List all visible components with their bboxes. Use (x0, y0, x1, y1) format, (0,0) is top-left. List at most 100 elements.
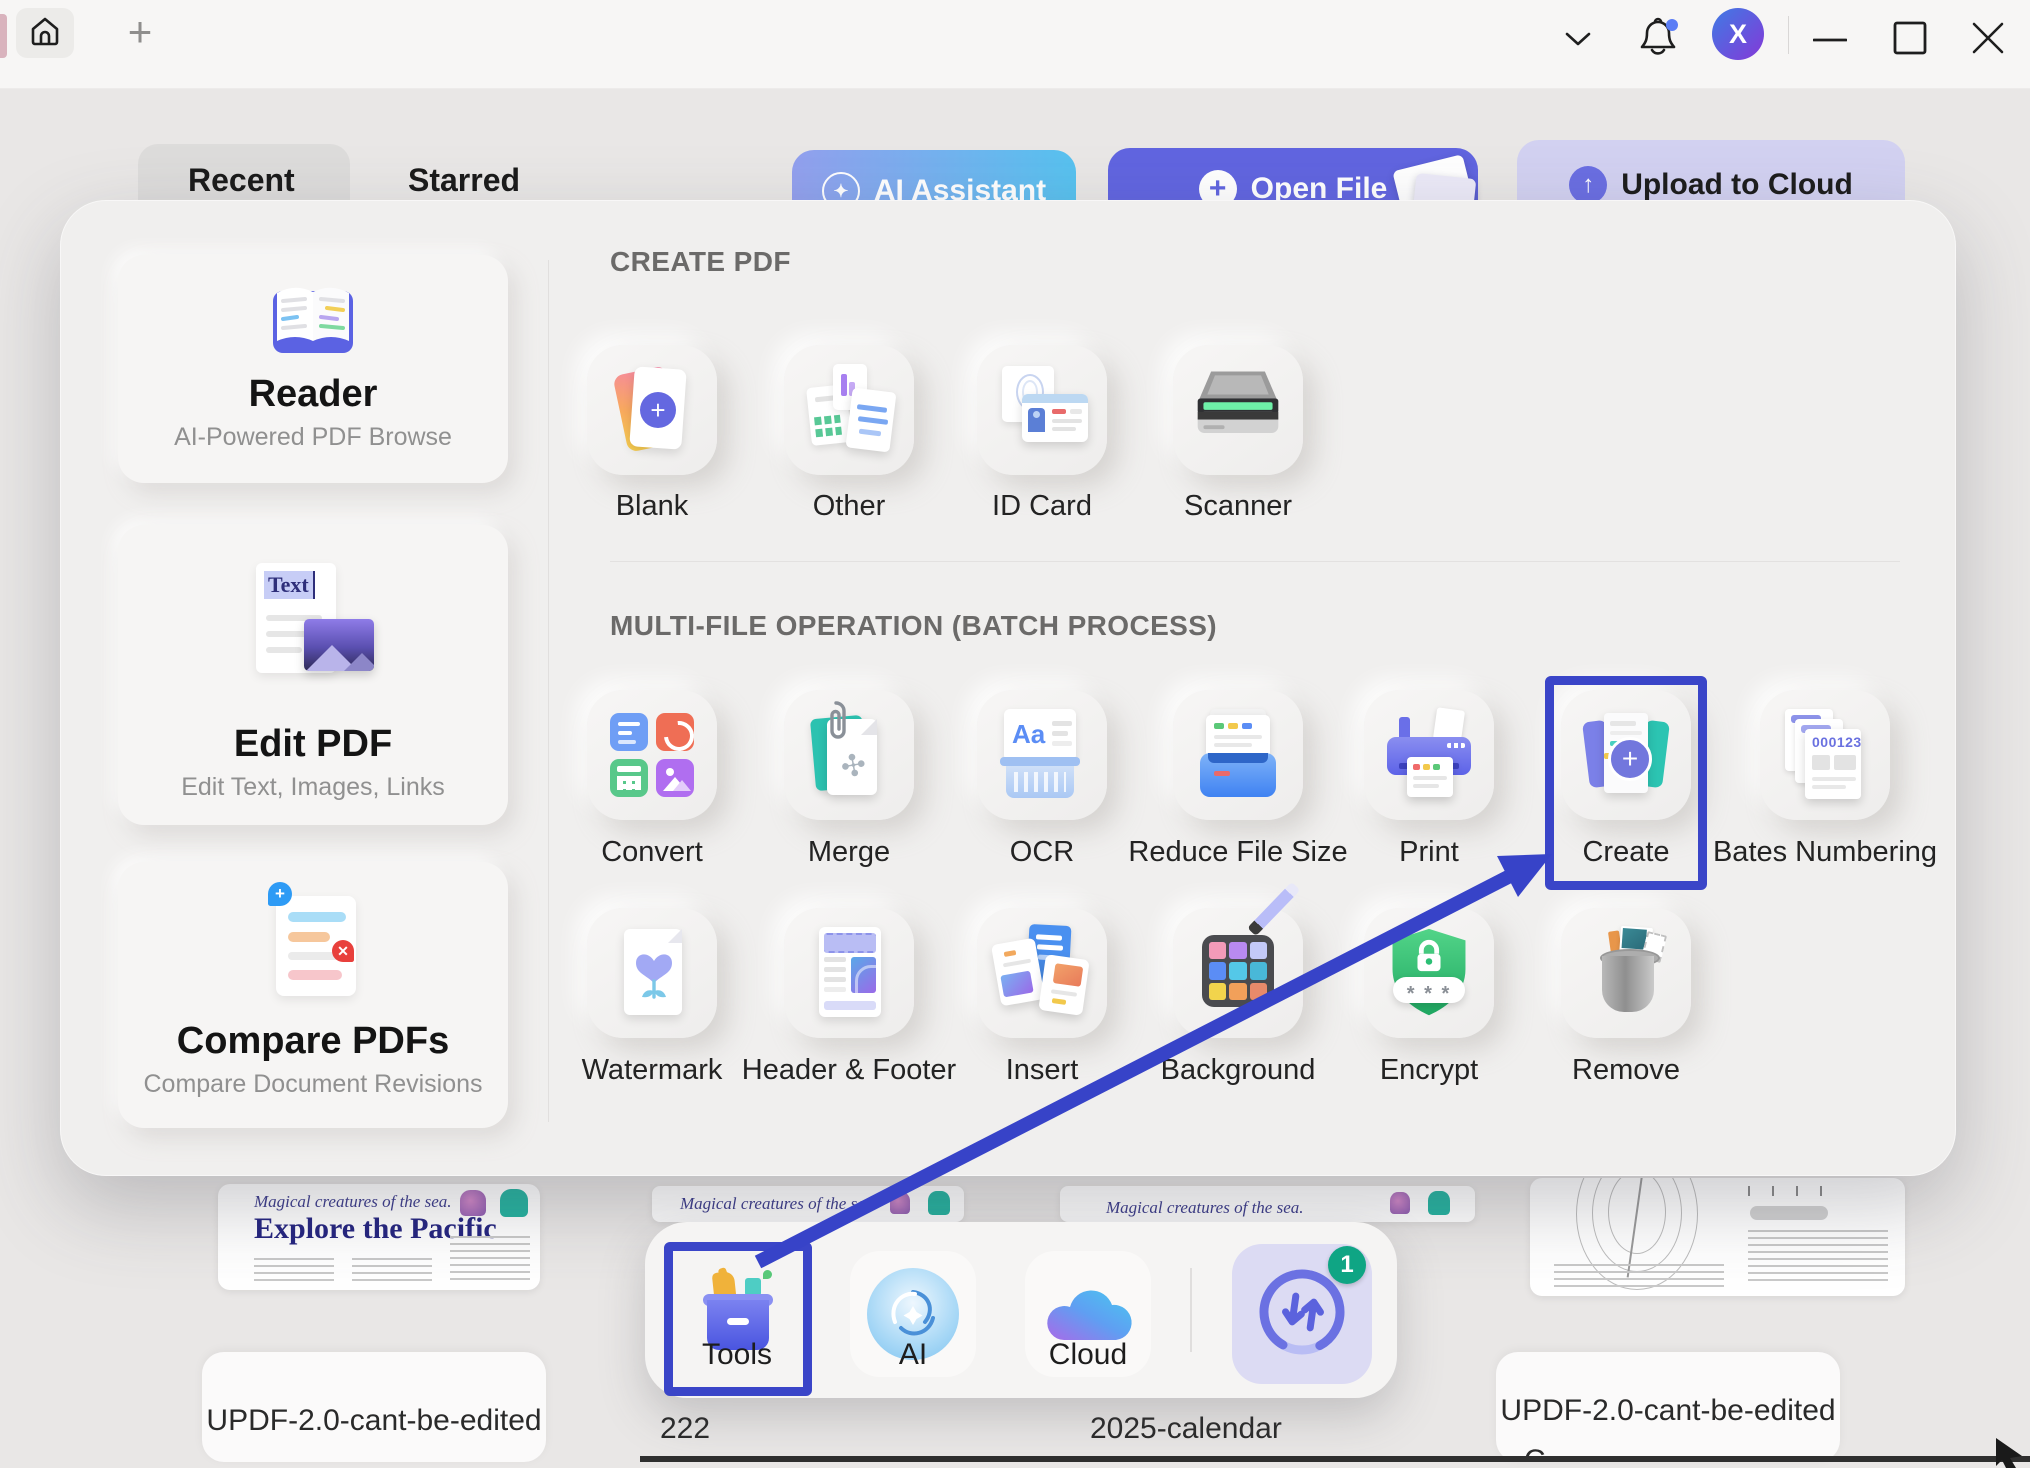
thumb-textlines (450, 1236, 530, 1284)
thumb-caption: Magical creatures of the sea. (1106, 1198, 1304, 1218)
merge-icon: ✣ (803, 707, 895, 803)
coral-icon (928, 1191, 950, 1215)
delete-pin-icon: ✕ (332, 940, 354, 962)
minimize-button[interactable] (1806, 20, 1854, 60)
blank-icon: + (606, 364, 698, 456)
file-name[interactable]: UPDF-2.0-cant-be-edited (1500, 1394, 1835, 1428)
file-name[interactable]: UPDF-2.0-cant-be-edited (206, 1404, 541, 1438)
thumb-textlines (254, 1258, 334, 1284)
tool-watermark[interactable] (587, 908, 717, 1038)
tool-reduce-file-size[interactable] (1173, 690, 1303, 820)
ocr-sample-text: Aa (1012, 719, 1045, 750)
tool-blank[interactable]: + (587, 345, 717, 475)
tool-id-card[interactable] (977, 345, 1107, 475)
bates-sample-number: 000123 (1812, 734, 1862, 750)
photo-thumbnail (304, 619, 374, 671)
tool-header-footer[interactable] (784, 908, 914, 1038)
titlebar-divider (1788, 16, 1789, 54)
header-footer-icon (803, 927, 895, 1019)
scanner-icon (1190, 366, 1286, 455)
file-name-card-left[interactable]: UPDF-2.0-cant-be-edited (202, 1352, 546, 1462)
maximize-button[interactable] (1886, 14, 1934, 62)
sidebar-card-compare-pdfs[interactable]: + ✕ Compare PDFs Compare Document Revisi… (118, 862, 508, 1128)
background-window-sliver (0, 14, 7, 58)
new-tab-button[interactable]: + (122, 16, 158, 52)
tool-insert[interactable] (977, 908, 1107, 1038)
tool-encrypt[interactable]: * * * (1364, 908, 1494, 1038)
tool-label-bates-numbering[interactable]: Bates Numbering (1695, 836, 1955, 869)
tool-other[interactable] (784, 345, 914, 475)
print-icon (1383, 709, 1475, 801)
notification-dot (1666, 19, 1678, 31)
thumb-textlines (1554, 1264, 1724, 1290)
tool-label-remove[interactable]: Remove (1496, 1054, 1756, 1087)
tool-print[interactable] (1364, 690, 1494, 820)
sidebar-card-reader[interactable]: Reader AI-Powered PDF Browse (118, 255, 508, 483)
tool-ocr[interactable]: Aa (977, 690, 1107, 820)
watermark-icon (606, 927, 698, 1019)
create-highlight-box (1545, 676, 1707, 890)
sidebar-card-edit-pdf[interactable]: Text Edit PDF Edit Text, Images, Links (118, 525, 508, 825)
home-icon (29, 16, 61, 51)
dock-label-cloud[interactable]: Cloud (998, 1338, 1178, 1372)
file-thumbnail-strip[interactable]: Magical creatures of the sea. (652, 1186, 964, 1222)
reduce-file-size-icon (1192, 709, 1284, 801)
encrypt-icon: * * * (1381, 925, 1477, 1021)
coral-icon (1390, 1192, 1410, 1214)
file-thumbnail-right[interactable] (1530, 1178, 1905, 1296)
remove-icon (1580, 925, 1672, 1021)
sync-badge: 1 (1328, 1246, 1366, 1284)
coral-icon (500, 1189, 528, 1217)
edit-pdf-icon: Text (256, 563, 376, 693)
convert-icon (610, 713, 694, 797)
compare-pdfs-title: Compare PDFs (118, 1020, 508, 1063)
coral-icon (1428, 1191, 1450, 1215)
avatar[interactable]: X (1712, 8, 1764, 60)
tool-convert[interactable] (587, 690, 717, 820)
gray-button-pill (1750, 1206, 1828, 1220)
section-title-batch: MULTI-FILE OPERATION (BATCH PROCESS) (610, 610, 1217, 642)
tool-remove[interactable] (1561, 908, 1691, 1038)
section-title-create-pdf: CREATE PDF (610, 246, 791, 278)
edit-text-sample: Text (264, 571, 315, 599)
file-name-calendar[interactable]: 2025-calendar (1090, 1412, 1282, 1446)
home-tab-button[interactable] (16, 8, 74, 58)
thumb-textlines (352, 1258, 432, 1284)
tab-starred[interactable]: Starred (408, 162, 520, 199)
file-name-card-right[interactable]: UPDF-2.0-cant-be-edited C (1496, 1352, 1840, 1462)
tool-label-scanner[interactable]: Scanner (1108, 490, 1368, 523)
file-thumbnail-strip[interactable]: Magical creatures of the sea. (1060, 1186, 1475, 1222)
tool-background[interactable] (1173, 908, 1303, 1038)
ocr-icon: Aa (996, 709, 1088, 801)
background-icon (1192, 927, 1284, 1019)
dropdown-chevron-button[interactable] (1558, 24, 1598, 54)
close-button[interactable] (1962, 14, 2014, 62)
reader-title: Reader (118, 373, 508, 416)
notifications-bell-button[interactable] (1634, 14, 1682, 64)
tool-merge[interactable]: ✣ (784, 690, 914, 820)
thumb-caption: Magical creatures of the sea. (254, 1192, 452, 1212)
panel-horizontal-divider (610, 561, 1900, 562)
bates-numbering-icon: 000123 (1779, 707, 1871, 803)
file-name-222[interactable]: 222 (660, 1412, 710, 1446)
edit-pdf-subtitle: Edit Text, Images, Links (118, 773, 508, 802)
tool-bates-numbering[interactable]: 000123 (1760, 690, 1890, 820)
edit-pdf-title: Edit PDF (118, 723, 508, 766)
panel-vertical-divider (548, 260, 549, 1122)
encrypt-password-mask: * * * (1407, 989, 1451, 999)
coral-icon (460, 1190, 486, 1216)
insert-icon (994, 925, 1090, 1021)
reader-book-icon (263, 277, 363, 366)
tab-recent[interactable]: Recent (188, 162, 295, 199)
file-thumbnail-left[interactable]: Magical creatures of the sea. Explore th… (218, 1184, 540, 1290)
other-icon (803, 364, 895, 456)
tools-highlight-box (664, 1242, 812, 1396)
tick-marks (1748, 1186, 1838, 1196)
add-pin-icon: + (268, 882, 292, 906)
dock-divider (1190, 1268, 1192, 1352)
dock-label-ai[interactable]: AI (823, 1338, 1003, 1372)
id-card-icon (996, 364, 1088, 456)
thumb-textlines (1748, 1230, 1888, 1286)
upload-to-cloud-label: Upload to Cloud (1621, 168, 1853, 202)
tool-scanner[interactable] (1173, 345, 1303, 475)
